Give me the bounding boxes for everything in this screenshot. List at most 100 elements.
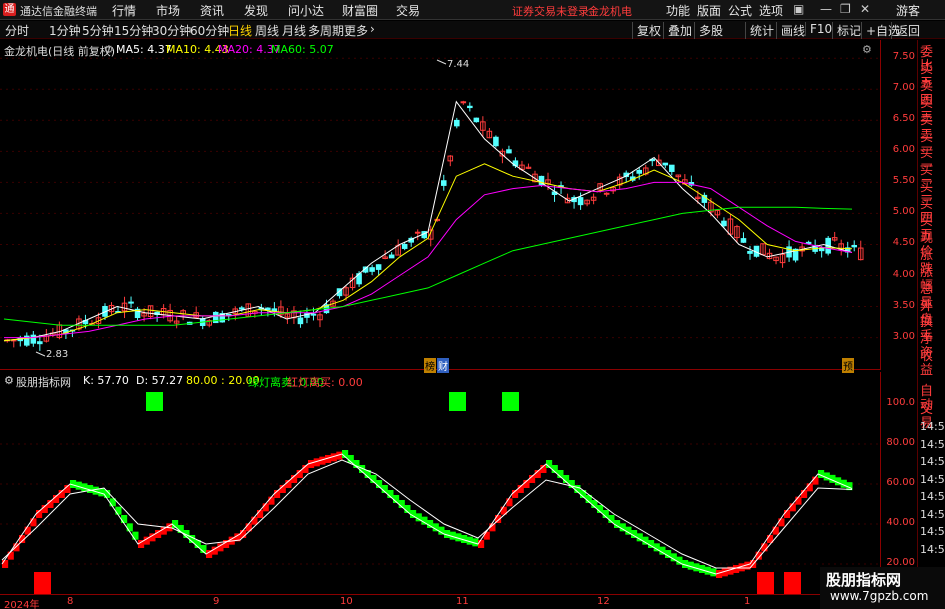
candle-body	[851, 244, 858, 248]
price-tick: 7.00	[892, 82, 915, 94]
candle-body	[506, 149, 512, 154]
date-axis: 2024年 8 9 10 11 12 1	[0, 594, 917, 609]
trend-block	[30, 518, 37, 527]
candle-body	[662, 162, 669, 166]
menu-news[interactable]: 资讯	[200, 2, 224, 19]
forecast-marker[interactable]: 预	[842, 358, 854, 373]
trend-block	[2, 560, 9, 568]
adjust-button[interactable]: 复权	[632, 22, 661, 39]
candle-body	[473, 117, 480, 123]
indicator-panel[interactable]: ⚙ 股朋指标网 K: 57.70 D: 57.27 80.00 : 20.00 …	[0, 372, 880, 594]
tab-15min[interactable]: 15分钟	[114, 22, 153, 39]
menu-market[interactable]: 市场	[156, 2, 180, 19]
menu-ask[interactable]: 问小达	[288, 2, 324, 19]
rank-marker[interactable]: 榜	[424, 358, 436, 373]
candle-body	[636, 169, 643, 174]
price-tick: 6.00	[892, 144, 915, 156]
date-tick: 12	[597, 596, 610, 607]
restore-icon[interactable]: ❐	[840, 2, 851, 16]
tab-1min[interactable]: 1分钟	[49, 22, 81, 39]
candle-body	[460, 101, 467, 104]
candle-body	[467, 105, 473, 109]
tick-time: 14:56	[920, 542, 945, 556]
trend-block	[121, 515, 128, 523]
candle-body	[805, 241, 812, 245]
tab-intraday[interactable]: 分时	[5, 22, 29, 39]
candle-body	[493, 136, 499, 147]
tab-30min[interactable]: 30分钟	[152, 22, 191, 39]
f10-button[interactable]: F10	[805, 22, 832, 36]
price-tick: 4.00	[892, 268, 915, 280]
indicator-tick: 60.00	[886, 477, 915, 488]
indicator-tick: 40.00	[886, 517, 915, 528]
back-button[interactable]: 返回	[891, 22, 920, 39]
price-tick: 3.50	[892, 299, 915, 311]
k-line	[1, 453, 853, 575]
trend-block	[126, 523, 133, 532]
date-tick: 1	[744, 596, 751, 607]
finance-marker[interactable]: 财	[437, 358, 449, 373]
buy-signal-block	[757, 572, 774, 594]
tab-multi-period[interactable]: 多周期	[308, 22, 344, 39]
menu-discover[interactable]: 发现	[244, 2, 268, 19]
tab-weekly[interactable]: 周线	[255, 22, 279, 39]
tab-60min[interactable]: 60分钟	[190, 22, 229, 39]
chevron-right-icon[interactable]: ›	[370, 22, 375, 36]
candle-body	[239, 307, 245, 310]
trend-block	[268, 496, 275, 505]
mark-button[interactable]: 标记	[832, 22, 861, 39]
title-bar: 通 通达信金融终端 行情 市场 资讯 发现 问小达 财富圈 交易 证券交易未登录…	[0, 0, 945, 20]
menu-function[interactable]: 功能	[666, 2, 690, 19]
minimize-icon[interactable]: —	[820, 2, 832, 16]
tab-monthly[interactable]: 月线	[282, 22, 306, 39]
tab-daily[interactable]: 日线	[228, 22, 252, 39]
skin-icon[interactable]: ▣	[793, 2, 804, 16]
trend-block	[257, 510, 264, 518]
date-tick: 10	[340, 596, 353, 607]
guest-label[interactable]: 游客	[896, 2, 920, 19]
kline-chart-panel[interactable]: 金龙机电(日线 前复权) ⚙ MA5: 4.37 MA10: 4.43 MA20…	[0, 40, 880, 373]
candle-body	[310, 313, 317, 316]
candle-body	[669, 164, 675, 172]
high-pointer	[436, 59, 447, 65]
app-logo-icon: 通	[3, 3, 16, 16]
stats-button[interactable]: 统计	[745, 22, 774, 39]
menu-layout[interactable]: 版面	[697, 2, 721, 19]
login-warning[interactable]: 证券交易未登录	[512, 3, 589, 19]
candle-body	[818, 248, 825, 252]
trend-block	[795, 496, 802, 505]
candle-body	[740, 238, 747, 243]
indicator-tick: 100.0	[886, 397, 915, 408]
date-tick: 9	[213, 596, 220, 607]
candle-body	[454, 119, 460, 127]
close-icon[interactable]: ✕	[860, 2, 870, 16]
price-tick: 6.50	[892, 113, 915, 125]
buy-signal-block	[34, 572, 51, 594]
trend-block	[262, 503, 269, 512]
tab-more[interactable]: 更多	[344, 22, 368, 39]
price-tick: 5.00	[892, 206, 915, 218]
watermark: 股朋指标网 www.7gpzb.com	[820, 567, 945, 609]
tick-time: 14:56	[920, 525, 945, 538]
candle-body	[37, 341, 43, 345]
tab-5min[interactable]: 5分钟	[82, 22, 114, 39]
overlay-button[interactable]: 叠加	[663, 22, 692, 39]
menu-options[interactable]: 选项	[759, 2, 783, 19]
high-price-label: 7.44	[447, 59, 470, 70]
tick-time: 14:56	[920, 490, 945, 503]
multi-stock-button[interactable]: 多股	[694, 22, 723, 39]
candle-body	[369, 267, 375, 272]
menu-quotes[interactable]: 行情	[112, 2, 136, 19]
price-tick: 4.50	[892, 237, 915, 249]
candle-body	[603, 192, 610, 195]
d-line	[1, 459, 853, 569]
candle-body	[128, 301, 134, 304]
menu-formula[interactable]: 公式	[728, 2, 752, 19]
draw-button[interactable]: 画线	[776, 22, 805, 39]
tick-time: 14:56	[920, 507, 945, 521]
trend-block	[478, 540, 485, 548]
menu-wealth[interactable]: 财富圈	[342, 2, 378, 19]
candle-body	[577, 197, 584, 206]
menu-trade[interactable]: 交易	[396, 2, 420, 19]
candle-body	[388, 254, 395, 259]
